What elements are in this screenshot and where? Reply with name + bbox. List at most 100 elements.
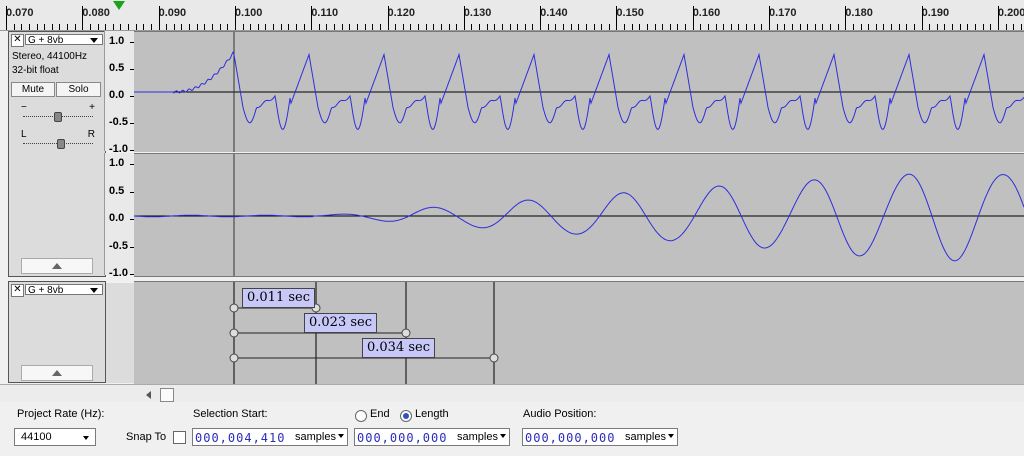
ruler-tick (906, 24, 908, 30)
ruler-label: 0.190 (921, 7, 950, 19)
label-handle-icon[interactable] (229, 328, 239, 338)
ruler-tick (433, 24, 435, 30)
ruler-label: 0.140 (540, 7, 568, 19)
ruler-tick (379, 24, 381, 30)
ruler-tick (425, 24, 427, 30)
length-radio[interactable] (400, 410, 412, 422)
ruler-tick (990, 24, 992, 30)
ruler-tick (883, 24, 885, 30)
snap-to-checkbox[interactable] (173, 431, 186, 444)
waveform-left-path (134, 51, 1024, 130)
waveform-left-channel[interactable] (134, 31, 1024, 152)
ruler-tick (692, 6, 694, 30)
chevron-down-icon (83, 436, 89, 440)
ruler-tick (967, 24, 969, 30)
chevron-down-icon[interactable] (338, 434, 344, 438)
ruler-tick (74, 24, 76, 30)
ruler-tick (204, 24, 206, 30)
label-track-name: G + 8vb (28, 285, 64, 296)
ruler-tick (814, 24, 816, 30)
track-format: Stereo, 44100Hz (12, 51, 88, 62)
ruler-tick (997, 6, 999, 30)
chevron-down-icon[interactable] (500, 434, 506, 438)
ruler-tick (776, 24, 778, 30)
chevron-down-icon[interactable] (668, 434, 674, 438)
ruler-tick (463, 6, 465, 30)
ruler-tick (372, 24, 374, 30)
label-track-name-menu[interactable]: G + 8vb (25, 284, 103, 296)
ruler-tick (494, 24, 496, 30)
audio-position-field[interactable]: 000,000,000 samples (522, 428, 678, 446)
collapse-track-button[interactable] (21, 258, 93, 274)
pan-left-label: L (21, 129, 27, 140)
ruler-label: 0.150 (616, 7, 644, 19)
selection-start-field[interactable]: 000,004,410 samples (192, 428, 348, 446)
label-handle-icon[interactable] (489, 353, 499, 363)
chevron-up-icon (52, 370, 62, 376)
end-label: End (370, 408, 390, 420)
scale-label: 0.0 (109, 212, 125, 224)
label-handle-icon[interactable] (229, 303, 239, 313)
ruler-tick (891, 24, 893, 30)
ruler-tick (662, 24, 664, 30)
ruler-tick (280, 24, 282, 30)
solo-button[interactable]: Solo (56, 82, 101, 97)
project-rate-label: Project Rate (Hz): (17, 408, 105, 420)
ruler-tick (395, 24, 397, 30)
scale-label: 1.0 (109, 35, 125, 47)
length-unit: samples (457, 431, 498, 443)
gain-knob[interactable] (54, 112, 62, 122)
ruler-tick (402, 24, 404, 30)
selection-start-value: 000,004,410 (195, 431, 286, 445)
audio-position-label: Audio Position: (523, 408, 597, 420)
ruler-tick (82, 6, 84, 30)
ruler-tick (158, 6, 160, 30)
ruler-tick (868, 24, 870, 30)
waveform-left-svg (134, 32, 1024, 152)
waveform-right-channel[interactable] (133, 153, 1024, 277)
ruler-tick (921, 6, 923, 30)
collapse-label-track-button[interactable] (21, 365, 93, 381)
close-label-track-icon[interactable]: ✕ (11, 284, 24, 297)
track-name-menu[interactable]: G + 8vb (25, 34, 103, 46)
ruler-tick (585, 24, 587, 30)
play-head-icon[interactable] (113, 1, 125, 10)
pan-slider[interactable]: L R (21, 129, 95, 149)
ruler-tick (830, 24, 832, 30)
ruler-tick (562, 24, 564, 30)
mute-button[interactable]: Mute (11, 82, 55, 97)
ruler-tick (120, 24, 122, 30)
ruler-tick (471, 24, 473, 30)
pan-knob[interactable] (57, 139, 65, 149)
ruler-tick (769, 6, 770, 30)
project-rate-select[interactable]: 44100 (14, 428, 96, 446)
ruler-tick (105, 24, 107, 30)
ruler-tick (410, 24, 412, 30)
gain-slider[interactable]: − + (21, 102, 95, 122)
label-box-3[interactable]: 0.034 sec (362, 338, 435, 358)
length-field[interactable]: 000,000,000 samples (354, 428, 510, 446)
horizontal-scrollbar[interactable] (0, 384, 1024, 403)
close-track-icon[interactable]: ✕ (11, 34, 24, 47)
timeline-ruler[interactable]: 0.070 0.080 0.090 0.100 0.110 0.120 0.130 0.140… (0, 0, 1024, 31)
scroll-thumb[interactable] (160, 388, 174, 402)
label-box-1[interactable]: 0.011 sec (242, 288, 315, 308)
ruler-tick (135, 24, 137, 30)
label-track-area[interactable]: 0.011 sec 0.023 sec 0.034 sec (134, 281, 1024, 384)
ruler-tick (654, 24, 656, 30)
ruler-tick (273, 24, 275, 30)
ruler-tick (486, 24, 488, 30)
label-handle-icon[interactable] (401, 328, 411, 338)
ruler-tick (982, 24, 984, 30)
ruler-label: 0.130 (463, 7, 492, 19)
ruler-tick (334, 24, 336, 30)
audio-position-unit: samples (625, 431, 666, 443)
end-radio[interactable] (355, 410, 367, 422)
label-handle-icon[interactable] (229, 353, 239, 363)
scale-label: 0.5 (109, 184, 125, 197)
ruler-tick (250, 24, 252, 30)
ruler-tick (181, 24, 183, 30)
ruler-tick (730, 24, 732, 30)
label-box-2[interactable]: 0.023 sec (304, 313, 377, 333)
scroll-left-icon[interactable] (146, 391, 151, 399)
